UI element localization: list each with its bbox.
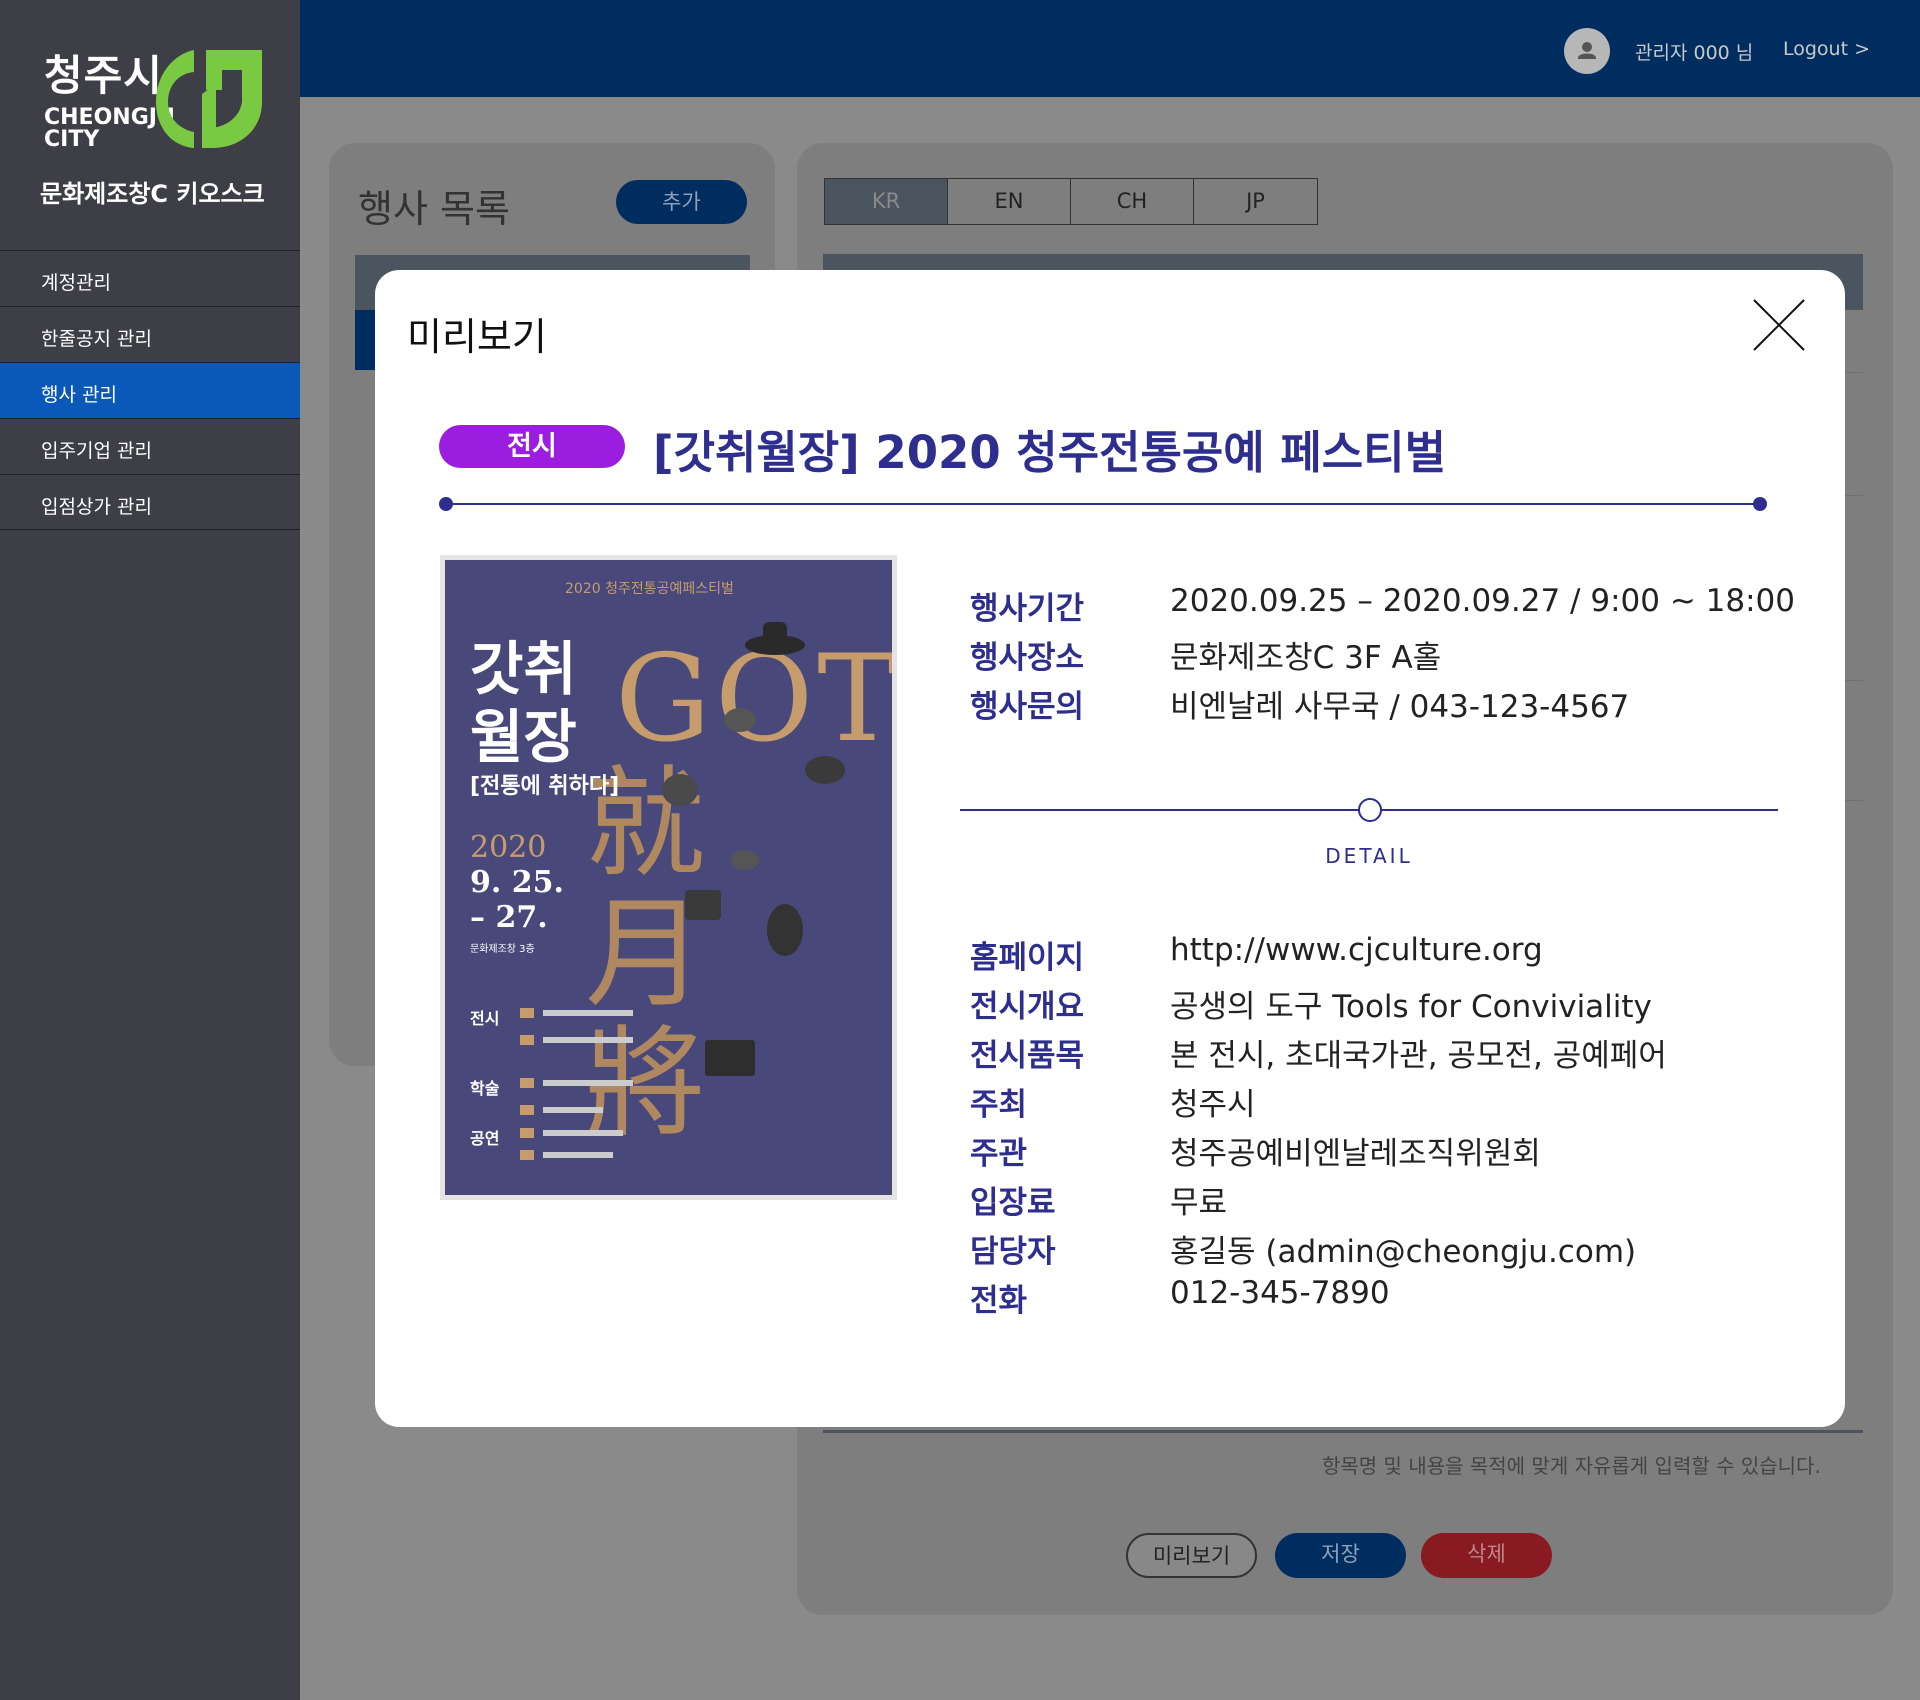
- info-label: 행사기간: [970, 591, 1085, 627]
- sidebar: 청주시 CHEONGJU CITY 문화제조창C 키오스크 계정관리 한줄공지 …: [0, 0, 300, 1700]
- city-logo-icon: [156, 50, 262, 148]
- detail-label-homepage: 홈페이지: [970, 940, 1085, 976]
- add-event-button[interactable]: 추가: [616, 180, 747, 224]
- detail-label-fee: 입장료: [970, 1185, 1056, 1221]
- detail-value-organizer: 청주공예비엔날레조직위원회: [1170, 1136, 1541, 1172]
- detail-row-host: 주최 청주시: [970, 1079, 1256, 1123]
- avatar[interactable]: [1564, 28, 1610, 74]
- detail-value-host: 청주시: [1170, 1087, 1256, 1123]
- detail-value-fee: 무료: [1170, 1185, 1228, 1221]
- detail-row-fee: 입장료 무료: [970, 1177, 1228, 1221]
- logout-link[interactable]: Logout >: [1783, 38, 1870, 60]
- category-badge: 전시: [439, 425, 625, 468]
- detail-divider: [960, 798, 1778, 822]
- sidebar-item-companies[interactable]: 입주기업 관리: [0, 418, 300, 474]
- event-title: [갓취월장] 2020 청주전통공예 페스티벌: [653, 426, 1446, 479]
- sidebar-item-shops[interactable]: 입점상가 관리: [0, 474, 300, 530]
- detail-value-manager: 홍길동 (admin@cheongju.com): [1170, 1234, 1637, 1270]
- detail-label-items: 전시품목: [970, 1038, 1085, 1074]
- info-value: 비엔날레 사무국 / 043-123-4567: [1170, 689, 1630, 725]
- form-bottom-divider: [823, 1430, 1863, 1433]
- sidebar-item-events[interactable]: 행사 관리: [0, 362, 300, 418]
- detail-value-items: 본 전시, 초대국가관, 공모전, 공예페어: [1170, 1038, 1667, 1074]
- tab-jp[interactable]: JP: [1194, 179, 1317, 224]
- detail-label-organizer: 주관: [970, 1136, 1028, 1172]
- detail-row-phone: 전화 012-345-7890: [970, 1275, 1390, 1319]
- tab-kr[interactable]: KR: [825, 179, 948, 224]
- detail-row-items: 전시품목 본 전시, 초대국가관, 공모전, 공예페어: [970, 1030, 1667, 1074]
- poster-image: 2020 청주전통공예페스티벌 GOT 就月將 갓취 월장 [전통에 취하다] …: [445, 560, 892, 1195]
- info-label: 행사장소: [970, 640, 1085, 676]
- title-divider: [439, 497, 1767, 511]
- info-value: 문화제조창C 3F A홀: [1170, 640, 1442, 676]
- event-list-selected-row[interactable]: [355, 310, 375, 370]
- info-label: 행사문의: [970, 689, 1085, 725]
- info-value: 2020.09.25 – 2020.09.27 / 9:00 ~ 18:00: [1170, 583, 1795, 619]
- detail-value-phone: 012-345-7890: [1170, 1275, 1390, 1311]
- detail-row-manager: 담당자 홍길동 (admin@cheongju.com): [970, 1226, 1637, 1270]
- modal-title: 미리보기: [407, 315, 547, 359]
- homepage-link[interactable]: http://www.cjculture.org: [1170, 932, 1543, 972]
- info-row-venue: 행사장소 문화제조창C 3F A홀: [970, 632, 1442, 676]
- event-list-title: 행사 목록: [358, 187, 510, 231]
- detail-label-overview: 전시개요: [970, 989, 1085, 1025]
- tab-en[interactable]: EN: [948, 179, 1071, 224]
- user-icon: [1578, 42, 1596, 59]
- detail-label-host: 주최: [970, 1087, 1028, 1123]
- detail-row-homepage: 홈페이지 http://www.cjculture.org: [970, 932, 1543, 976]
- top-bar: 관리자 000 님 Logout >: [300, 0, 1920, 97]
- detail-value-overview: 공생의 도구 Tools for Conviviality: [1170, 989, 1652, 1025]
- event-poster: 2020 청주전통공예페스티벌 GOT 就月將 갓취 월장 [전통에 취하다] …: [440, 555, 897, 1200]
- info-row-period: 행사기간 2020.09.25 – 2020.09.27 / 9:00 ~ 18…: [970, 583, 1795, 627]
- kiosk-title: 문화제조창C 키오스크: [40, 180, 265, 208]
- save-button[interactable]: 저장: [1275, 1533, 1406, 1578]
- preview-modal: 미리보기 전시 [갓취월장] 2020 청주전통공예 페스티벌 2020 청주전…: [375, 270, 1845, 1427]
- detail-row-overview: 전시개요 공생의 도구 Tools for Conviviality: [970, 981, 1652, 1025]
- language-tabs: KR EN CH JP: [824, 178, 1318, 225]
- detail-label: DETAIL: [1325, 844, 1413, 868]
- info-row-contact: 행사문의 비엔날레 사무국 / 043-123-4567: [970, 681, 1630, 725]
- detail-label-manager: 담당자: [970, 1234, 1056, 1270]
- sidebar-item-accounts[interactable]: 계정관리: [0, 250, 300, 306]
- preview-button[interactable]: 미리보기: [1126, 1533, 1257, 1578]
- logo: 청주시 CHEONGJU CITY 문화제조창C 키오스크: [0, 0, 300, 250]
- admin-label: 관리자 000 님: [1635, 42, 1754, 64]
- sidebar-item-notice[interactable]: 한줄공지 관리: [0, 306, 300, 362]
- tab-ch[interactable]: CH: [1071, 179, 1194, 224]
- detail-label-phone: 전화: [970, 1283, 1028, 1319]
- close-icon[interactable]: [1750, 296, 1808, 354]
- detail-row-organizer: 주관 청주공예비엔날레조직위원회: [970, 1128, 1541, 1172]
- delete-button[interactable]: 삭제: [1421, 1533, 1552, 1578]
- poster-artwork: [520, 622, 845, 1160]
- helper-text: 항목명 및 내용을 목적에 맞게 자유롭게 입력할 수 있습니다.: [1322, 1454, 1821, 1478]
- sidebar-nav: 계정관리 한줄공지 관리 행사 관리 입주기업 관리 입점상가 관리: [0, 250, 300, 530]
